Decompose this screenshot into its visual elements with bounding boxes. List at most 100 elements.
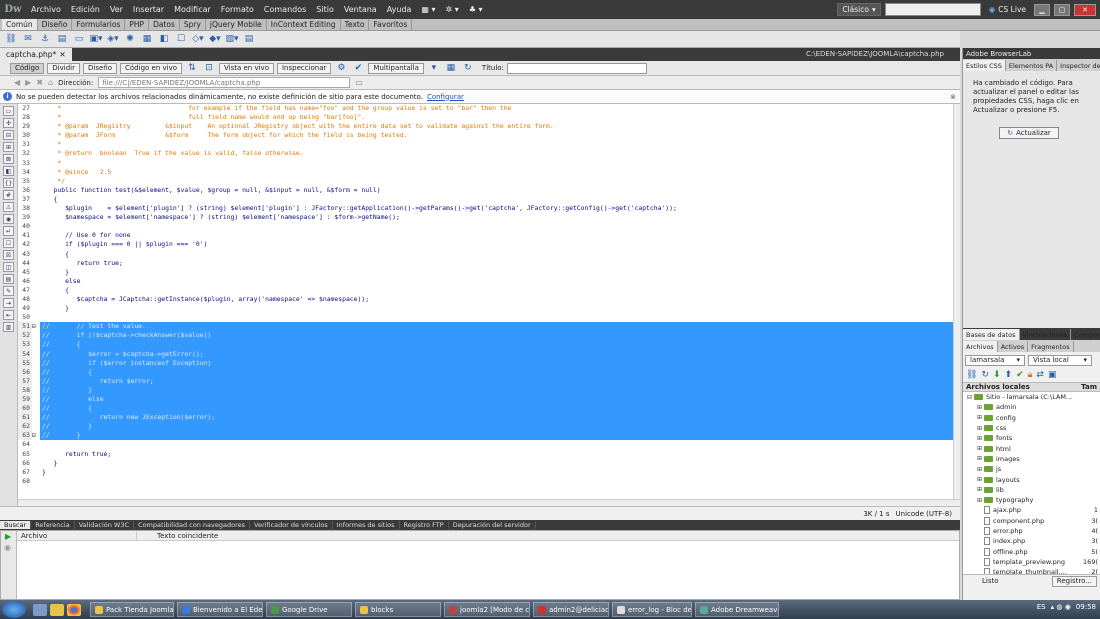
file-item[interactable]: index.php 3( <box>963 536 1100 546</box>
check-out-icon[interactable]: ✔ <box>1016 370 1024 380</box>
design-view-button[interactable]: Diseño <box>83 62 118 74</box>
wrap-tag-icon[interactable]: ◫ <box>3 262 14 272</box>
line-numbers-icon[interactable]: # <box>3 190 14 200</box>
results-tab-4[interactable]: Verificador de vínculos <box>250 521 333 529</box>
folder-item[interactable]: ⊞ layouts <box>963 474 1100 484</box>
taskbar-item[interactable]: Pack Tienda Joomla... <box>90 602 174 617</box>
taskbar-item[interactable]: Google Drive <box>266 602 352 617</box>
menu-insertar[interactable]: Insertar <box>128 5 169 14</box>
layout-icon[interactable]: ▦ ▾ <box>416 5 440 14</box>
insert-tab-4[interactable]: Datos <box>149 19 180 30</box>
fold-marker[interactable] <box>32 368 40 377</box>
results-match-header[interactable]: Texto coincidente <box>137 532 218 540</box>
database-panel-tab-0[interactable]: Bases de datos <box>963 329 1020 340</box>
menu-archivo[interactable]: Archivo <box>26 5 66 14</box>
folder-item[interactable]: ⊞ lib <box>963 485 1100 495</box>
insert-tab-2[interactable]: Formularios <box>72 19 126 30</box>
server-include-icon[interactable]: ◧ <box>157 33 171 46</box>
highlight-invalid-icon[interactable]: ⚠ <box>3 202 14 212</box>
expand-icon[interactable]: ⊞ <box>977 466 984 473</box>
remove-comment-icon[interactable]: ☒ <box>3 250 14 260</box>
file-item[interactable]: offline.php 5( <box>963 546 1100 556</box>
file-item[interactable]: ajax.php 1 <box>963 505 1100 515</box>
insert-tab-3[interactable]: PHP <box>125 19 150 30</box>
results-tab-1[interactable]: Referencia <box>31 521 75 529</box>
folder-item[interactable]: ⊞ html <box>963 443 1100 453</box>
email-link-icon[interactable]: ✉ <box>21 33 35 46</box>
outdent-icon[interactable]: ⇤ <box>3 310 14 320</box>
file-item[interactable]: component.php 3( <box>963 516 1100 526</box>
show-desktop-icon[interactable] <box>33 603 47 616</box>
format-source-icon[interactable]: ▥ <box>3 322 14 332</box>
split-view-button[interactable]: Dividir <box>47 62 80 74</box>
configure-link[interactable]: Configurar <box>427 93 464 101</box>
file-item[interactable]: template_preview.png 169( <box>963 557 1100 567</box>
start-button[interactable] <box>2 601 26 618</box>
cs-live-button[interactable]: ◉ CS Live <box>985 3 1030 16</box>
templates-icon[interactable]: ▧▾ <box>225 33 239 46</box>
back-icon[interactable]: ◀ <box>14 78 20 87</box>
fold-marker[interactable] <box>32 422 40 431</box>
insert-tab-8[interactable]: Texto <box>341 19 370 30</box>
fold-marker[interactable] <box>32 377 40 386</box>
home-icon[interactable]: ⌂ <box>48 78 53 87</box>
maximize-button[interactable]: ▢ <box>1054 3 1070 16</box>
check-in-icon[interactable]: 🔒︎ <box>1028 370 1033 380</box>
fold-marker[interactable] <box>32 386 40 395</box>
insert-tab-1[interactable]: Diseño <box>38 19 73 30</box>
files-panel-tab-2[interactable]: Fragmentos <box>1028 341 1074 352</box>
tag-chooser-icon[interactable]: ▤ <box>242 33 256 46</box>
div-icon[interactable]: ▭ <box>72 33 86 46</box>
css-panel-tab-0[interactable]: Estilos CSS <box>963 60 1006 71</box>
expand-icon[interactable]: ⊞ <box>977 497 984 504</box>
minimize-button[interactable]: ▁ <box>1034 3 1050 16</box>
date-icon[interactable]: ▦ <box>140 33 154 46</box>
insert-tab-6[interactable]: jQuery Mobile <box>206 19 267 30</box>
expand-icon[interactable]: ⊞ <box>977 486 984 493</box>
log-button[interactable]: Registro... <box>1051 575 1097 587</box>
folder-item[interactable]: ⊞ css <box>963 423 1100 433</box>
word-wrap-icon[interactable]: ↵ <box>3 226 14 236</box>
css-panel-tab-1[interactable]: Elementos PA <box>1006 60 1058 71</box>
fold-marker[interactable] <box>32 413 40 422</box>
stop-search-icon[interactable]: ◉ <box>1 543 16 552</box>
update-button[interactable]: ↻ Actualizar <box>999 127 1059 139</box>
insert-tab-9[interactable]: Favoritos <box>369 19 413 30</box>
head-icon[interactable]: ◇▾ <box>191 33 205 46</box>
select-parent-tag-icon[interactable]: ◧ <box>3 166 14 176</box>
syntax-error-icon[interactable]: ◉ <box>3 214 14 224</box>
tray-icons[interactable]: ▴ ◍ ◉ <box>1051 603 1071 611</box>
taskbar-item[interactable]: joomla2 [Modo de c... <box>444 602 530 617</box>
expand-icon[interactable]: ⊞ <box>977 476 984 483</box>
expand-icon[interactable]: ⊟ <box>967 394 974 401</box>
site-icon[interactable]: ♣ ▾ <box>464 5 488 14</box>
fold-marker[interactable] <box>32 395 40 404</box>
comment-icon[interactable]: ☐ <box>174 33 188 46</box>
table-icon[interactable]: ▤ <box>55 33 69 46</box>
language-indicator[interactable]: ES <box>1037 603 1046 611</box>
database-panel-tab-2[interactable]: Comportam <box>1071 329 1100 340</box>
results-tab-2[interactable]: Validación W3C <box>75 521 135 529</box>
results-tab-7[interactable]: Depuración del servidor <box>449 521 536 529</box>
files-panel-tab-1[interactable]: Activos <box>998 341 1029 352</box>
fold-marker[interactable]: ⊟ <box>32 322 40 331</box>
anchor-icon[interactable]: ⚓ <box>38 33 52 46</box>
apply-comment-icon[interactable]: ☐ <box>3 238 14 248</box>
open-documents-icon[interactable]: ▭ <box>3 106 14 116</box>
close-infobar-icon[interactable]: ⊗ <box>950 93 956 101</box>
file-item[interactable]: error.php 4( <box>963 526 1100 536</box>
recent-snippets-icon[interactable]: ▤ <box>3 274 14 284</box>
extend-icon[interactable]: ✲ ▾ <box>441 5 464 14</box>
menu-formato[interactable]: Formato <box>216 5 259 14</box>
expand-all-icon[interactable]: ⊠ <box>3 154 14 164</box>
taskbar-item[interactable]: Adobe Dreamweave... <box>695 602 779 617</box>
fold-marker[interactable] <box>32 359 40 368</box>
chrome-icon[interactable] <box>67 603 81 616</box>
database-panel-tab-1[interactable]: Vinculaciones <box>1020 329 1072 340</box>
expand-icon[interactable]: ⊞ <box>977 445 984 452</box>
balance-braces-icon[interactable]: {} <box>3 178 14 188</box>
script-icon[interactable]: ◆▾ <box>208 33 222 46</box>
help-search-input[interactable] <box>884 3 981 16</box>
browserlab-panel-header[interactable]: Adobe BrowserLab <box>963 48 1100 59</box>
folder-item[interactable]: ⊞ config <box>963 413 1100 423</box>
